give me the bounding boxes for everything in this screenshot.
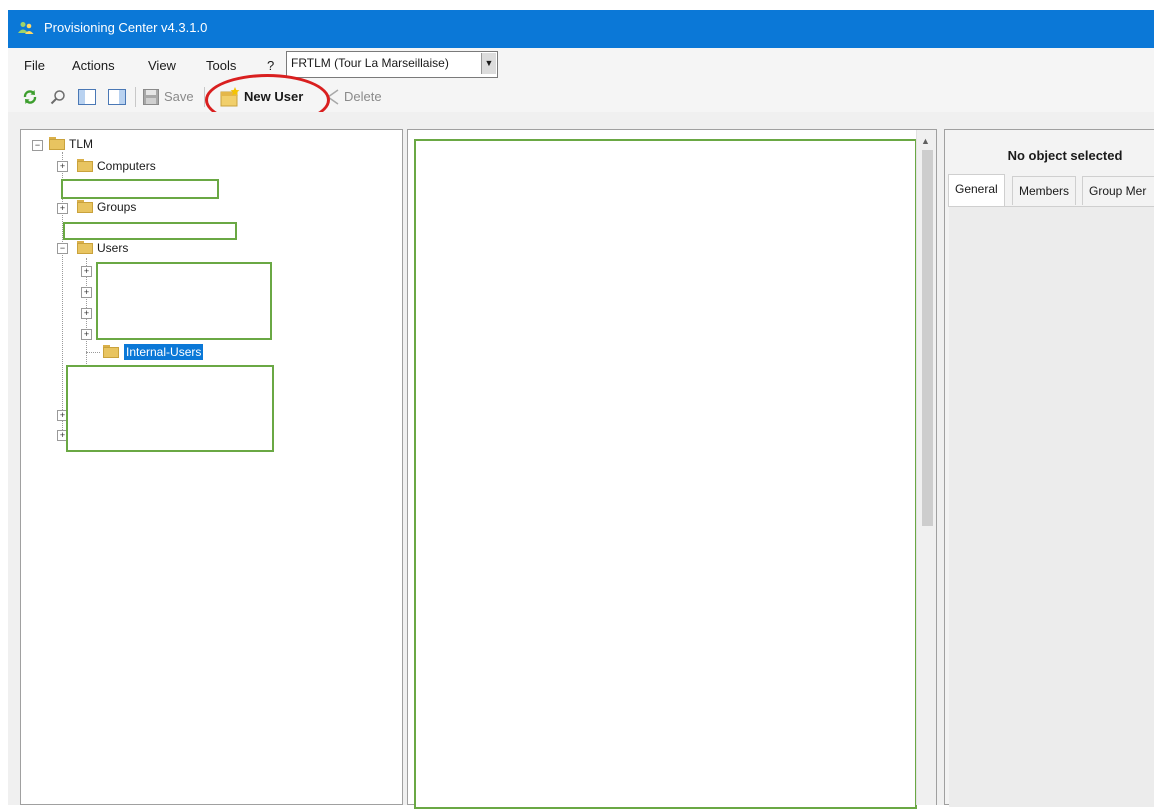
site-selector[interactable]: FRTLM (Tour La Marseillaise) ▼ bbox=[286, 51, 498, 78]
details-body bbox=[949, 206, 1154, 807]
folder-icon bbox=[77, 159, 93, 172]
tree-expander[interactable]: − bbox=[57, 243, 68, 254]
tree-expander[interactable]: − bbox=[32, 140, 43, 151]
tree-expander[interactable]: + bbox=[81, 308, 92, 319]
dropdown-arrow-icon[interactable]: ▼ bbox=[481, 53, 496, 74]
tree-expander[interactable]: + bbox=[81, 266, 92, 277]
right-pane-toggle-icon[interactable] bbox=[108, 89, 126, 105]
tree-expander[interactable]: + bbox=[57, 203, 68, 214]
redaction-box bbox=[96, 262, 272, 340]
redaction-box bbox=[63, 222, 237, 240]
folder-icon bbox=[103, 345, 119, 358]
folder-icon bbox=[77, 200, 93, 213]
save-button[interactable]: Save bbox=[164, 89, 194, 104]
menu-help[interactable]: ? bbox=[267, 58, 274, 73]
tree-node-internal-users[interactable]: Internal-Users bbox=[124, 344, 204, 360]
tree-node-computers[interactable]: Computers bbox=[97, 159, 156, 173]
tree-connector bbox=[86, 352, 100, 353]
tab-members[interactable]: Members bbox=[1012, 176, 1077, 205]
list-panel[interactable] bbox=[407, 129, 937, 809]
scrollbar-thumb[interactable] bbox=[922, 150, 933, 526]
app-icon bbox=[18, 22, 34, 34]
scroll-up-arrow-icon[interactable]: ▲ bbox=[921, 136, 930, 146]
redaction-box bbox=[414, 139, 917, 809]
tree-node-root[interactable]: TLM bbox=[69, 137, 93, 151]
redaction-box bbox=[66, 365, 274, 452]
save-icon[interactable] bbox=[143, 89, 159, 105]
delete-button[interactable]: Delete bbox=[344, 89, 382, 104]
tree-panel: − TLM + Computers + Groups − Users + + +… bbox=[20, 129, 403, 805]
site-selector-value: FRTLM (Tour La Marseillaise) bbox=[291, 56, 449, 70]
title-bar: Provisioning Center v4.3.1.0 bbox=[8, 10, 1154, 48]
refresh-icon[interactable] bbox=[22, 89, 38, 105]
toolbar-separator bbox=[135, 87, 136, 107]
window-title: Provisioning Center v4.3.1.0 bbox=[44, 20, 208, 35]
menu-tools[interactable]: Tools bbox=[206, 58, 236, 73]
tab-general[interactable]: General bbox=[948, 174, 1005, 207]
left-pane-toggle-icon[interactable] bbox=[78, 89, 96, 105]
tree-expander[interactable]: + bbox=[81, 329, 92, 340]
menu-actions[interactable]: Actions bbox=[72, 58, 115, 73]
menu-bar: File Actions View Tools ? FRTLM (Tour La… bbox=[8, 48, 1154, 82]
tree-node-groups[interactable]: Groups bbox=[97, 200, 136, 214]
folder-icon bbox=[77, 241, 93, 254]
menu-view[interactable]: View bbox=[148, 58, 176, 73]
tree-node-users[interactable]: Users bbox=[97, 241, 128, 255]
redaction-box bbox=[61, 179, 219, 199]
toolbar: Save New User Delete bbox=[8, 82, 1154, 112]
tree-expander[interactable]: + bbox=[81, 287, 92, 298]
tab-group-membership[interactable]: Group Mer bbox=[1082, 176, 1154, 205]
vertical-scrollbar[interactable]: ▲ bbox=[916, 130, 936, 805]
details-header: No object selected bbox=[1007, 148, 1123, 163]
search-icon[interactable] bbox=[50, 89, 66, 105]
tree-expander[interactable]: + bbox=[57, 161, 68, 172]
menu-file[interactable]: File bbox=[24, 58, 45, 73]
details-panel: No object selected General Members Group… bbox=[944, 129, 1154, 807]
folder-icon bbox=[49, 137, 65, 150]
